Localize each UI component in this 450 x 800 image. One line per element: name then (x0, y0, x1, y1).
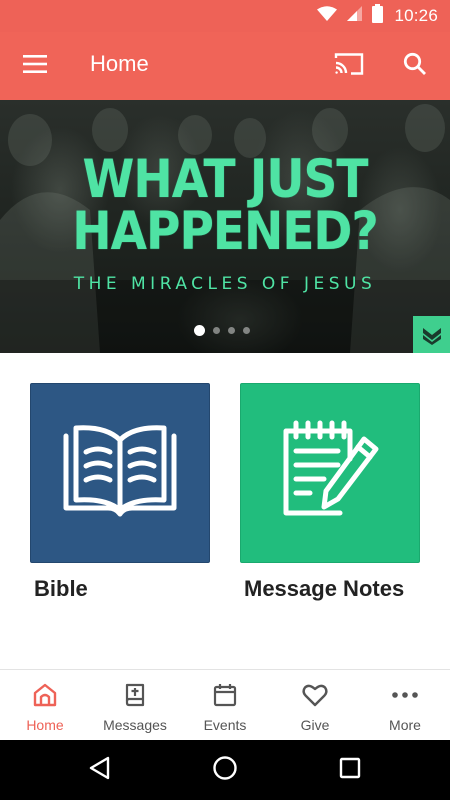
back-icon (89, 756, 111, 785)
notepad-pencil-icon (280, 419, 380, 528)
banner-text: WHAT JUST HAPPENED? THE MIRACLES OF JESU… (0, 148, 450, 294)
battery-icon (372, 4, 384, 28)
bible-tile-label[interactable]: Bible (34, 576, 88, 602)
system-nav-bar (0, 740, 450, 800)
nav-item-messages[interactable]: Messages (90, 670, 180, 740)
nav-label-give: Give (300, 717, 330, 733)
message-notes-tile[interactable] (240, 383, 420, 563)
menu-button[interactable] (14, 46, 56, 86)
search-button[interactable] (394, 46, 436, 86)
signal-icon (346, 5, 363, 27)
nav-item-home[interactable]: Home (0, 670, 90, 740)
banner-title-line1: WHAT JUST (82, 148, 369, 211)
bible-tile[interactable] (30, 383, 210, 563)
cast-icon (334, 52, 364, 81)
hero-banner[interactable]: WHAT JUST HAPPENED? THE MIRACLES OF JESU… (0, 100, 450, 353)
cast-button[interactable] (328, 46, 370, 86)
recents-icon (339, 757, 361, 784)
nav-item-more[interactable]: More (360, 670, 450, 740)
nav-item-events[interactable]: Events (180, 670, 270, 740)
open-book-icon (58, 422, 182, 525)
status-time: 10:26 (394, 6, 438, 25)
calendar-icon (212, 682, 238, 708)
more-dots-icon (392, 682, 418, 708)
home-icon (32, 682, 58, 708)
home-system-button[interactable] (210, 755, 240, 785)
menu-icon (23, 54, 47, 78)
status-icons: 10:26 (317, 4, 438, 28)
home-circle-icon (212, 755, 238, 786)
banner-title-line2: HAPPENED? (72, 200, 378, 263)
wifi-icon (317, 5, 338, 27)
carousel-dot[interactable] (243, 327, 250, 334)
bible-cross-icon (122, 682, 148, 708)
carousel-dot-active[interactable] (194, 325, 205, 336)
app-bar: Home (0, 32, 450, 100)
nav-label-events: Events (203, 717, 247, 733)
message-notes-tile-label[interactable]: Message Notes (244, 576, 404, 602)
back-button[interactable] (85, 755, 115, 785)
nav-label-home: Home (26, 717, 64, 733)
heart-icon (302, 682, 328, 708)
recents-button[interactable] (335, 755, 365, 785)
banner-subtitle: THE MIRACLES OF JESUS (73, 274, 377, 294)
search-icon (403, 52, 427, 81)
chevron-down-badge-icon (413, 316, 450, 353)
carousel-dots (194, 325, 250, 336)
status-bar: 10:26 (0, 0, 450, 32)
nav-item-give[interactable]: Give (270, 670, 360, 740)
nav-label-messages: Messages (103, 717, 167, 733)
bottom-nav: Home Messages Events Give More (0, 669, 450, 740)
screen: 10:26 Home WHAT JUST HAPPENED? THE MIRAC… (0, 0, 450, 800)
carousel-dot[interactable] (228, 327, 235, 334)
carousel-dot[interactable] (213, 327, 220, 334)
page-title: Home (90, 51, 149, 76)
nav-label-more: More (389, 717, 421, 733)
